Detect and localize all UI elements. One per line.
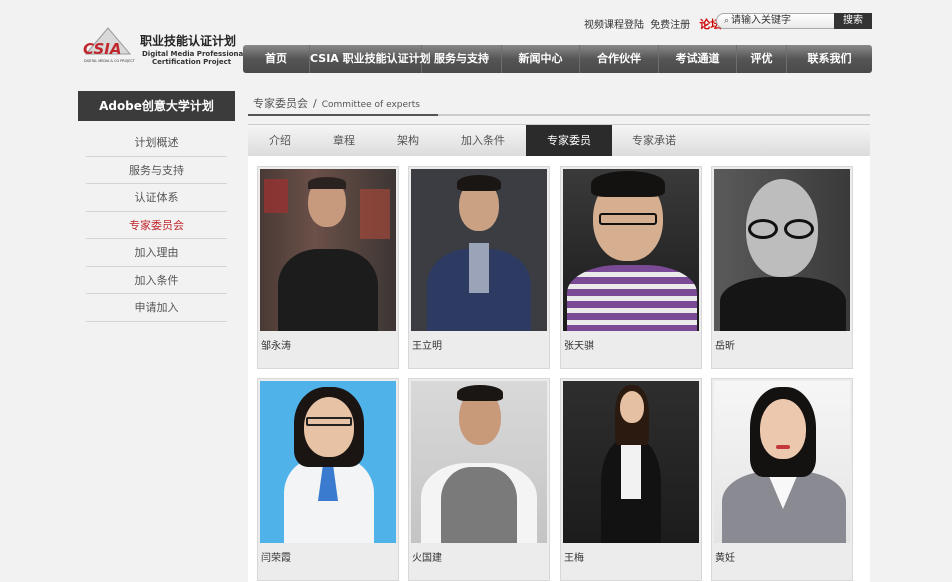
expert-card[interactable]: 邹永涛 <box>257 166 399 369</box>
search-button[interactable]: 搜索 <box>834 13 872 29</box>
sidebar-item-apply[interactable]: 申请加入 <box>86 294 227 322</box>
tab-structure[interactable]: 架构 <box>376 125 440 156</box>
expert-photo <box>411 381 547 543</box>
expert-name: 王梅 <box>564 553 584 564</box>
expert-name: 张天骐 <box>564 341 594 352</box>
expert-name: 黄妊 <box>715 553 735 564</box>
expert-name: 邹永涛 <box>261 341 291 352</box>
video-login-link[interactable]: 视频课程登陆 <box>584 20 644 31</box>
sidebar-item-certification[interactable]: 认证体系 <box>86 184 227 212</box>
sidebar-item-service[interactable]: 服务与支持 <box>86 157 227 184</box>
logo-subtitle-line-1: Digital Media Professional <box>142 50 246 58</box>
expert-card[interactable]: 火国建 <box>408 378 550 581</box>
sidebar-item-overview[interactable]: 计划概述 <box>86 129 227 157</box>
logo-title: 职业技能认证计划 <box>140 34 237 48</box>
sidebar-menu: 计划概述 服务与支持 认证体系 专家委员会 加入理由 加入条件 申请加入 <box>86 129 227 322</box>
main-nav: 首页 CSIA 职业技能认证计划 服务与支持 新闻中心 合作伙伴 考试通道 评优… <box>243 45 872 73</box>
nav-item-partners[interactable]: 合作伙伴 <box>580 45 659 73</box>
nav-item-contact[interactable]: 联系我们 <box>787 45 872 73</box>
expert-card[interactable]: 王立明 <box>408 166 550 369</box>
expert-card[interactable]: 闫荣霞 <box>257 378 399 581</box>
expert-card[interactable]: 岳昕 <box>711 166 853 369</box>
breadcrumb-english: Committee of experts <box>321 100 420 110</box>
csia-logo-icon: CSIA DIGITAL MEDIA & CG PROJECT <box>83 27 136 63</box>
tab-expert-commitment[interactable]: 专家承诺 <box>612 125 696 156</box>
nav-item-service[interactable]: 服务与支持 <box>422 45 502 73</box>
logo-subtitle-line-2: Certification Project <box>152 58 232 66</box>
sidebar-item-reasons[interactable]: 加入理由 <box>86 239 227 267</box>
sidebar-item-conditions[interactable]: 加入条件 <box>86 267 227 294</box>
search-placeholder: 请输入关键字 <box>731 15 792 26</box>
expert-photo <box>714 169 850 331</box>
expert-photo <box>563 169 699 331</box>
expert-name: 王立明 <box>412 341 442 352</box>
expert-photo <box>411 169 547 331</box>
sidebar-item-experts[interactable]: 专家委员会 <box>86 212 227 239</box>
search-input[interactable]: ⌕ 请输入关键字 <box>716 13 836 29</box>
nav-item-home[interactable]: 首页 <box>243 45 310 73</box>
logo-mark-text: CSIA <box>83 40 121 58</box>
expert-photo <box>260 169 396 331</box>
sidebar-title: Adobe创意大学计划 <box>78 91 235 121</box>
tab-join-conditions[interactable]: 加入条件 <box>440 125 526 156</box>
breadcrumb-separator: / <box>313 97 317 110</box>
expert-photo <box>714 381 850 543</box>
expert-name: 岳昕 <box>715 341 735 352</box>
nav-item-news[interactable]: 新闻中心 <box>502 45 580 73</box>
expert-name: 火国建 <box>412 553 442 564</box>
breadcrumb-current: 专家委员会 <box>253 97 308 110</box>
logo-tagline: DIGITAL MEDIA & CG PROJECT <box>84 59 136 63</box>
expert-name: 闫荣霞 <box>261 553 291 564</box>
nav-item-csia[interactable]: CSIA 职业技能认证计划 <box>310 45 431 73</box>
expert-card[interactable]: 张天骐 <box>560 166 702 369</box>
expert-card[interactable]: 王梅 <box>560 378 702 581</box>
nav-item-exam[interactable]: 考试通道 <box>659 45 737 73</box>
register-link[interactable]: 免费注册 <box>650 20 690 31</box>
expert-card[interactable]: 黄妊 <box>711 378 853 581</box>
tab-charter[interactable]: 章程 <box>312 125 376 156</box>
expert-photo <box>563 381 699 543</box>
breadcrumb: 专家委员会 / Committee of experts <box>253 95 420 111</box>
expert-photo <box>260 381 396 543</box>
site-logo[interactable]: CSIA DIGITAL MEDIA & CG PROJECT 职业技能认证计划… <box>80 22 246 72</box>
search-icon: ⌕ <box>724 16 730 26</box>
logo-subtitle: Digital Media Professional Certification… <box>142 50 246 66</box>
tab-intro[interactable]: 介绍 <box>248 125 312 156</box>
tab-expert-members[interactable]: 专家委员 <box>526 125 612 156</box>
breadcrumb-divider-highlight <box>248 114 438 116</box>
nav-item-awards[interactable]: 评优 <box>737 45 787 73</box>
section-tabs: 介绍 章程 架构 加入条件 专家委员 专家承诺 <box>248 124 870 156</box>
top-links: 视频课程登陆 免费注册 论坛 <box>584 16 724 32</box>
